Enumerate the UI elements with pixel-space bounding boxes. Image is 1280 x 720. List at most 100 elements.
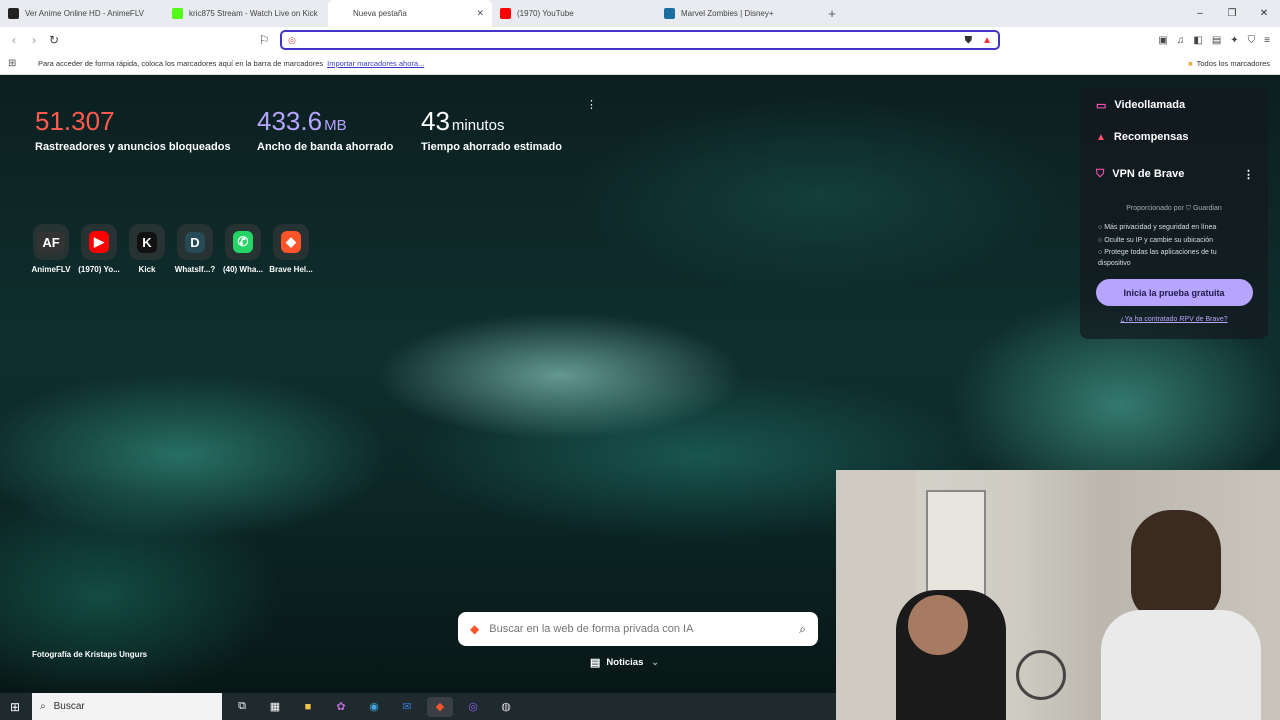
top-site-tile[interactable]: K Kick [123, 224, 171, 274]
bookmarks-bar: ⊞ Para acceder de forma rápida, coloca l… [0, 53, 1280, 75]
tab-1[interactable]: kric875 Stream - Watch Live on Kick [164, 0, 328, 27]
url-input[interactable] [301, 33, 965, 47]
vpn-feature: ○ Protege todas las aplicaciones de tu d… [1098, 249, 1217, 267]
stats-menu-icon[interactable]: ⋮ [586, 98, 597, 111]
tab-title: Ver Anime Online HD - AnimeFLV [25, 9, 145, 18]
vpn-title: VPN de Brave [1112, 168, 1185, 180]
brave-taskbar-icon[interactable]: ◆ [427, 696, 453, 717]
site-logo-icon: D [185, 231, 205, 253]
top-site-label: (40) Wha... [222, 265, 263, 274]
edge-icon[interactable]: ◉ [361, 697, 387, 717]
rewards-widget[interactable]: ▲ Recompensas [1080, 121, 1268, 153]
top-site-tile[interactable]: AF AnimeFLV [27, 224, 75, 274]
media-icon[interactable]: ♫ [1177, 35, 1185, 46]
start-trial-button[interactable]: Inicia la prueba gratuita [1095, 279, 1253, 306]
tab-title: kric875 Stream - Watch Live on Kick [189, 9, 318, 18]
vpn-widget-header: ⛉ VPN de Brave ⋮ [1080, 153, 1268, 195]
already-purchased-link[interactable]: ¿Ya ha contratado RPV de Brave? [1080, 316, 1268, 323]
bookmarks-hint: Para acceder de forma rápida, coloca los… [38, 59, 324, 68]
task-view-icon[interactable]: ⧉ [229, 697, 255, 717]
leo-ai-icon[interactable]: ▣ [1158, 35, 1167, 46]
tab-2[interactable]: Nueva pestaña ✕ [328, 0, 492, 27]
site-info-icon[interactable]: ◎ [288, 35, 296, 46]
restore-icon[interactable]: ❐ [1216, 0, 1248, 27]
all-bookmarks-label: Todos los marcadores [1196, 59, 1270, 68]
rewards-label: Recompensas [1113, 131, 1189, 143]
chrome-icon[interactable]: ◍ [493, 697, 519, 717]
obs-icon[interactable]: ◎ [460, 697, 486, 717]
rewards-icon[interactable]: ▲ [982, 35, 992, 46]
vpn-features: ○ Más privacidad y seguridad en línea ○ … [1080, 221, 1268, 269]
brave-widgets-panel: ▭ Videollamada ▲ Recompensas ⛉ VPN de Br… [1080, 87, 1268, 339]
videocall-widget[interactable]: ▭ Videollamada [1080, 89, 1268, 121]
top-site-tile[interactable]: ✆ (40) Wha... [219, 224, 267, 274]
tab-4[interactable]: Marvel Zombies | Disney+ [656, 0, 820, 27]
search-icon[interactable]: ⌕ [799, 622, 806, 637]
site-logo-icon: ✆ [232, 231, 254, 253]
stat-time: 43 minutos Tiempo ahorrado estimado [421, 106, 562, 153]
top-site-label: (1970) Yo... [78, 265, 120, 274]
outlook-icon[interactable]: ✉ [394, 697, 420, 717]
news-icon: ▤ [590, 657, 601, 669]
vpn-feature-text: Más privacidad y seguridad en línea [1104, 224, 1217, 231]
stat-trackers-value: 51.307 [35, 106, 115, 136]
search-input[interactable] [489, 623, 800, 635]
menu-icon[interactable]: ≡ [1264, 35, 1270, 46]
extensions-icon[interactable]: ✦ [1230, 35, 1238, 46]
windows-start-icon[interactable]: ⊞ [10, 700, 20, 714]
apps-grid-icon[interactable]: ⊞ [8, 58, 38, 69]
videocall-label: Videollamada [1114, 99, 1186, 111]
guardian-label: Guardian [1192, 205, 1222, 212]
copilot-icon[interactable]: ✿ [328, 697, 354, 717]
top-site-tile[interactable]: D WhatsIf...? [171, 224, 219, 274]
top-site-tile[interactable]: ▶ (1970) Yo... [75, 224, 123, 274]
favicon-icon [336, 8, 347, 19]
address-bar[interactable]: ◎ ⛊ ▲ [280, 30, 1000, 50]
stat-time-unit: minutos [451, 117, 505, 134]
top-site-label: AnimeFLV [31, 265, 71, 274]
favicon-icon [172, 8, 183, 19]
vpn-feature: ○ Más privacidad y seguridad en línea [1098, 224, 1217, 231]
reload-icon[interactable]: ↻ [44, 33, 64, 47]
taskbar-search[interactable]: ⌕ Buscar [32, 693, 222, 720]
vpn-menu-icon[interactable]: ⋮ [1243, 168, 1254, 181]
stat-bandwidth-unit: MB [324, 117, 347, 134]
news-toggle[interactable]: ▤ Noticias ⌄ [590, 656, 659, 669]
back-icon[interactable]: ‹ [4, 33, 24, 47]
close-icon[interactable]: ✕ [1248, 0, 1280, 27]
window-controls: – ❐ ✕ [1184, 0, 1280, 27]
site-logo-icon: K [137, 231, 157, 253]
minimize-icon[interactable]: – [1184, 0, 1216, 27]
all-bookmarks[interactable]: ■ Todos los marcadores [1188, 59, 1270, 68]
photo-credit: Fotografía de Kristaps Ungurs [32, 650, 148, 659]
navigation-bar: ‹ › ↻ ⚐ ◎ ⛊ ▲ ▣ ♫ ◧ ▤ ✦ ⛉ ≡ [0, 27, 1280, 53]
webcam-overlay [836, 470, 1280, 720]
sidebar-icon[interactable]: ◧ [1193, 35, 1202, 46]
tab-title: (1970) YouTube [517, 9, 574, 18]
vpn-powered-by: Proporcionado por ⛉ Guardian [1080, 205, 1268, 213]
import-bookmarks-link[interactable]: Importar marcadores ahora... [327, 59, 424, 68]
brave-shields-icon[interactable]: ⛊ [965, 35, 973, 46]
windows-taskbar: ⊞ ⌕ Buscar ⧉ ▦ ■ ✿ ◉ ✉ ◆ ◎ ◍ [0, 693, 836, 720]
wallet-icon[interactable]: ▤ [1212, 35, 1221, 46]
vpn-shield-icon: ⛉ [1096, 167, 1105, 180]
vpn-feature-text: Oculte su IP y cambie su ubicación [1104, 237, 1214, 244]
site-logo-icon: ▶ [89, 231, 109, 253]
top-site-tile[interactable]: ◆ Brave Hel... [267, 224, 315, 274]
file-explorer-icon[interactable]: ■ [295, 697, 321, 717]
new-tab-button[interactable]: + [820, 6, 844, 21]
site-logo-icon: AF [37, 231, 65, 253]
tab-0[interactable]: Ver Anime Online HD - AnimeFLV [0, 0, 164, 27]
stat-trackers: 51.307 Rastreadores y anuncios bloqueado… [35, 106, 231, 153]
vpn-icon[interactable]: ⛉ [1248, 35, 1256, 46]
stat-bandwidth-value: 433.6 [257, 106, 323, 136]
close-tab-icon[interactable]: ✕ [476, 8, 484, 19]
search-box[interactable]: ◆ ⌕ [458, 612, 818, 646]
forward-icon[interactable]: › [24, 33, 44, 47]
tab-3[interactable]: (1970) YouTube [492, 0, 656, 27]
vpn-feature-text: Protege todas las aplicaciones de tu dis… [1098, 249, 1217, 267]
store-icon[interactable]: ▦ [262, 697, 288, 717]
stat-trackers-label: Rastreadores y anuncios bloqueados [35, 141, 231, 153]
top-site-label: Brave Hel... [269, 265, 313, 274]
bookmark-icon[interactable]: ⚐ [254, 33, 274, 47]
